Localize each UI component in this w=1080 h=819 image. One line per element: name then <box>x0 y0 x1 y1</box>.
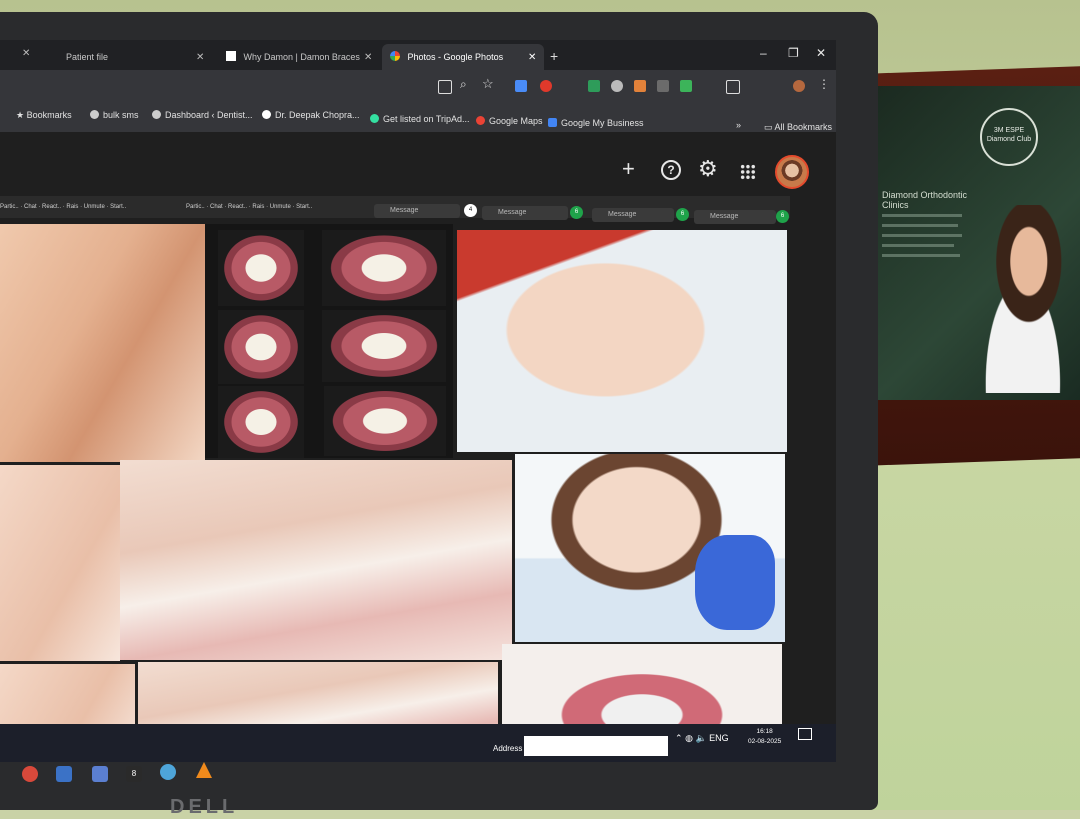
avatar[interactable] <box>775 155 809 189</box>
message-input[interactable]: Message <box>694 210 776 224</box>
star-icon: ★ <box>16 110 27 120</box>
google-photos-icon <box>390 51 400 61</box>
participant-count-badge: 6 <box>676 208 689 221</box>
meeting-controls[interactable]: Partic.. · Chat · React.. · Rais · Unmut… <box>186 204 312 210</box>
tab-patient-file[interactable]: Patient file <box>58 44 210 70</box>
photo-thumbnail-smile-braces[interactable] <box>0 465 120 661</box>
message-input[interactable]: Message <box>592 208 674 222</box>
google-icon <box>262 110 271 119</box>
close-icon[interactable]: ✕ <box>22 48 30 59</box>
tab-title: Why Damon | Damon Braces <box>243 52 360 62</box>
monitor-screen: ✕ Patient file ✕ Why Damon | Damon Brace… <box>0 40 836 762</box>
extension-icon[interactable] <box>515 80 527 92</box>
bookmark-bookmarks[interactable]: ★ Bookmarks <box>16 110 72 121</box>
extensions-puzzle-icon[interactable] <box>726 80 740 94</box>
bookmark-bulk-sms[interactable]: bulk sms <box>90 110 139 120</box>
bookmark-google-maps[interactable]: Google Maps <box>476 116 543 126</box>
globe-icon <box>90 110 99 119</box>
folder-icon: ▭ <box>764 122 775 132</box>
apps-grid-icon[interactable] <box>740 164 756 180</box>
photo-thumbnail-braces-teeth[interactable] <box>322 310 446 382</box>
photo-thumbnail-upper-arch[interactable] <box>218 230 304 306</box>
close-icon[interactable]: ✕ <box>364 52 372 63</box>
extension-icon[interactable] <box>588 80 600 92</box>
taskbar-clock[interactable]: 16:18 02-08-2025 <box>748 727 781 747</box>
bookmark-deepak-chopra[interactable]: Dr. Deepak Chopra... <box>262 110 360 120</box>
extension-icon[interactable] <box>540 80 552 92</box>
restore-button[interactable]: ❐ <box>788 46 799 60</box>
taskbar-app-icon[interactable]: 8 <box>126 766 142 782</box>
settings-icon[interactable]: ⚙ <box>698 156 718 182</box>
dentist-glove <box>695 535 775 630</box>
meeting-controls[interactable]: Partic.. · Chat · React.. · Rais · Unmut… <box>0 204 126 210</box>
help-icon[interactable]: ? <box>661 160 681 180</box>
extension-icon[interactable] <box>634 80 646 92</box>
participant-count-badge: 4 <box>464 204 477 217</box>
message-input[interactable]: Message <box>482 206 568 220</box>
taskbar-app-icon[interactable] <box>92 766 108 782</box>
system-tray[interactable]: ⌃ ◍ 🔈 ENG <box>675 733 729 744</box>
bookmark-dashboard[interactable]: Dashboard ‹ Dentist... <box>152 110 253 120</box>
minimize-button[interactable]: – <box>760 46 767 60</box>
photo-thumbnail-front-teeth[interactable] <box>324 386 446 456</box>
taskbar-app-icon[interactable] <box>56 766 72 782</box>
photo-thumbnail-crowded-teeth[interactable] <box>322 230 446 306</box>
tab-why-damon[interactable]: Why Damon | Damon Braces <box>218 44 378 70</box>
new-tab-button[interactable]: + <box>550 48 558 64</box>
photo-thumbnail-clear-aligner[interactable] <box>120 460 512 660</box>
browser-toolbar <box>0 70 836 104</box>
address-input[interactable] <box>524 736 668 756</box>
clock-date: 02-08-2025 <box>748 738 782 745</box>
photo-thumbnail-aligner-woman[interactable] <box>0 224 205 462</box>
close-icon[interactable]: ✕ <box>528 52 536 63</box>
extension-icon[interactable] <box>680 80 692 92</box>
certificate-text-line <box>882 224 958 227</box>
bookmarks-overflow-button[interactable]: » <box>736 120 741 130</box>
taskbar-app-icon[interactable] <box>160 764 176 780</box>
business-icon <box>548 118 557 127</box>
extension-icon[interactable] <box>611 80 623 92</box>
photo-thumbnail-girl-with-braces[interactable] <box>457 230 787 452</box>
map-pin-icon <box>476 116 485 125</box>
globe-icon <box>152 110 161 119</box>
tab-google-photos[interactable]: Photos - Google Photos <box>382 44 544 70</box>
zoom-icon[interactable]: ⌕ <box>460 77 467 92</box>
chevron-up-icon[interactable]: ⌃ <box>675 733 683 743</box>
certificate-text-line <box>882 244 954 247</box>
certificate-text-line <box>882 214 962 217</box>
photo-thumbnail-upper-arch[interactable] <box>218 310 304 384</box>
browser-menu-icon[interactable]: ⋮ <box>818 77 830 91</box>
cast-icon[interactable] <box>438 80 452 94</box>
vlc-icon[interactable] <box>196 762 212 778</box>
tab-title: Patient file <box>66 52 109 62</box>
extension-icon[interactable] <box>657 80 669 92</box>
volume-icon[interactable]: 🔈 <box>695 733 706 743</box>
certificate-text-line <box>882 254 960 257</box>
participant-count-badge: 6 <box>570 206 583 219</box>
address-label: Address <box>493 744 523 753</box>
close-window-button[interactable]: ✕ <box>816 46 826 60</box>
clock-time: 16:18 <box>756 728 773 735</box>
taskbar-app-icon[interactable] <box>22 766 38 782</box>
profile-icon[interactable] <box>793 80 805 92</box>
participant-count-badge: 6 <box>776 210 789 223</box>
site-favicon-icon <box>226 51 236 61</box>
notifications-icon[interactable] <box>798 728 812 740</box>
bookmark-google-my-business[interactable]: Google My Business <box>548 118 644 128</box>
photo-thumbnail-lower-arch[interactable] <box>218 386 304 458</box>
bookmark-star-icon[interactable]: ☆ <box>482 76 494 92</box>
message-input[interactable]: Message <box>374 204 460 218</box>
tab-title: Photos - Google Photos <box>407 52 504 62</box>
certificate-text-line <box>882 234 962 237</box>
certificate-portrait <box>958 205 1076 393</box>
tripadvisor-icon <box>370 114 379 123</box>
bookmark-tripadvisor[interactable]: Get listed on TripAd... <box>370 114 470 124</box>
close-icon[interactable]: ✕ <box>196 52 204 63</box>
network-icon[interactable]: ◍ <box>685 733 693 743</box>
certificate-seal: 3M ESPE Diamond Club <box>980 108 1038 166</box>
language-indicator[interactable]: ENG <box>709 733 729 743</box>
add-icon[interactable]: + <box>622 156 635 182</box>
monitor-brand-logo: DELL <box>170 796 239 818</box>
